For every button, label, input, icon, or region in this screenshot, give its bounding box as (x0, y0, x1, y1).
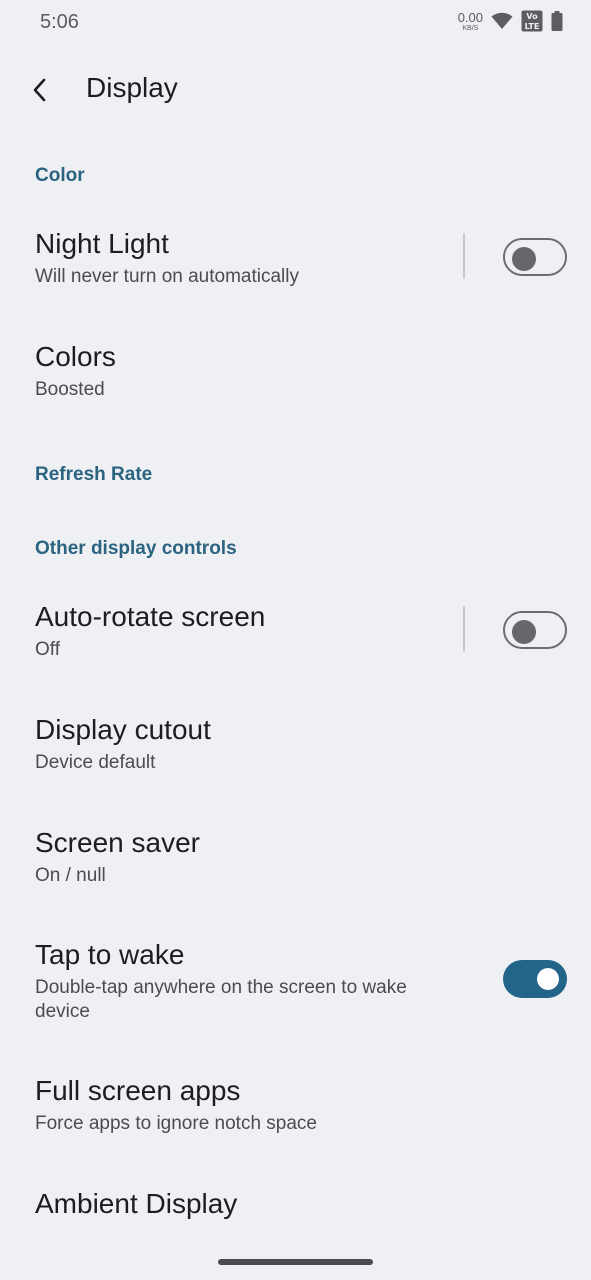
pref-title: Tap to wake (35, 939, 185, 970)
pref-summary: Force apps to ignore notch space (35, 1113, 318, 1134)
pref-tap-to-wake[interactable]: Tap to wake Double-tap anywhere on the s… (0, 939, 591, 1029)
pref-title: Auto-rotate screen (35, 601, 266, 632)
section-header-refresh-rate: Refresh Rate (35, 464, 153, 485)
svg-text:Vo: Vo (526, 12, 538, 21)
pref-title: Night Light (35, 228, 169, 259)
page-title: Display (86, 72, 178, 103)
app-bar: Display (0, 60, 591, 120)
pref-screen-saver[interactable]: Screen saver On / null (0, 827, 591, 897)
switch-knob (537, 968, 559, 990)
night-light-switch[interactable] (503, 238, 567, 276)
volte-icon: Vo LTE (521, 10, 543, 32)
tap-to-wake-switch[interactable] (503, 960, 567, 998)
pref-title: Display cutout (35, 714, 211, 745)
pref-summary: On / null (35, 865, 106, 886)
back-arrow-icon (33, 78, 46, 102)
pref-auto-rotate[interactable]: Auto-rotate screen Off (0, 601, 591, 673)
pref-summary: Boosted (35, 379, 105, 400)
divider (463, 606, 465, 652)
status-bar: 5:06 0.00 KB/S Vo LTE (0, 0, 591, 46)
auto-rotate-switch[interactable] (503, 611, 567, 649)
gesture-nav-handle[interactable] (218, 1259, 373, 1265)
switch-knob (512, 247, 536, 271)
network-speed-value: 0.00 (457, 9, 483, 25)
switch-knob (512, 620, 536, 644)
wifi-icon (491, 12, 513, 29)
network-speed: 0.00 KB/S (458, 11, 483, 32)
pref-summary: Double-tap anywhere on the screen to wak… (35, 977, 407, 1022)
pref-colors[interactable]: Colors Boosted (0, 341, 591, 411)
status-icons: 0.00 KB/S Vo LTE (458, 10, 563, 32)
pref-summary: Off (35, 639, 60, 660)
divider (463, 233, 465, 279)
section-header-color: Color (35, 165, 85, 186)
pref-ambient-display[interactable]: Ambient Display (0, 1188, 591, 1228)
pref-night-light[interactable]: Night Light Will never turn on automatic… (0, 228, 591, 300)
battery-icon (551, 11, 563, 31)
pref-title: Colors (35, 341, 116, 372)
status-time: 5:06 (40, 11, 79, 33)
svg-text:LTE: LTE (525, 22, 540, 31)
pref-summary: Device default (35, 752, 156, 773)
pref-summary: Will never turn on automatically (35, 266, 299, 287)
pref-full-screen-apps[interactable]: Full screen apps Force apps to ignore no… (0, 1075, 591, 1145)
network-speed-unit: KB/S (462, 24, 479, 32)
pref-title: Ambient Display (35, 1188, 238, 1219)
pref-display-cutout[interactable]: Display cutout Device default (0, 714, 591, 784)
back-button[interactable] (22, 70, 58, 110)
section-header-other-display-controls: Other display controls (35, 538, 237, 559)
pref-title: Screen saver (35, 827, 200, 858)
pref-title: Full screen apps (35, 1075, 241, 1106)
